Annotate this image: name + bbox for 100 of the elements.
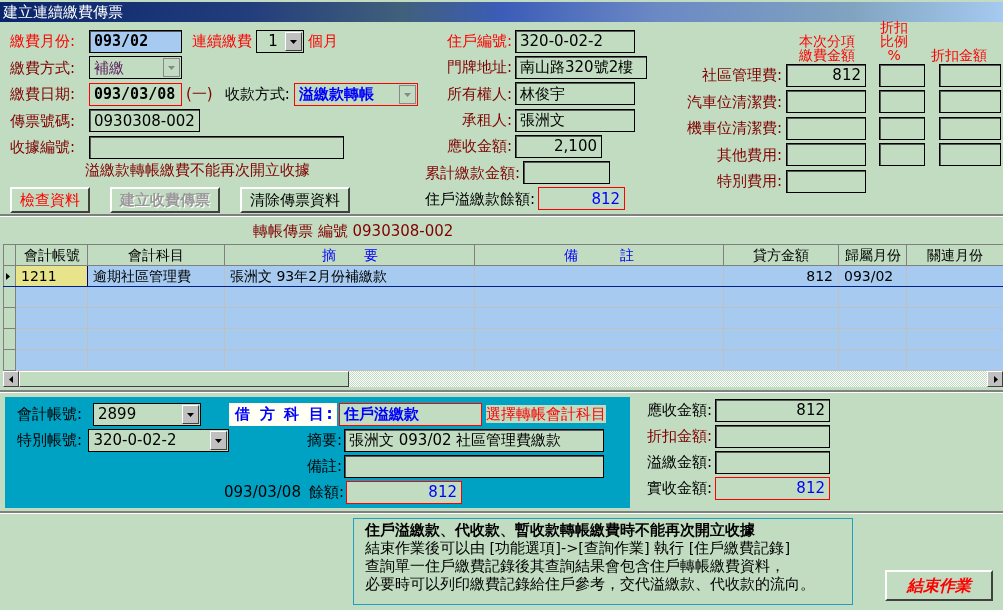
field-label: 應收金額: bbox=[645, 401, 713, 419]
percent-field[interactable] bbox=[879, 116, 925, 140]
text-field[interactable] bbox=[89, 135, 344, 159]
scroll-left-button[interactable] bbox=[3, 371, 19, 387]
warning-text: 溢繳款轉帳繳費不能再次開立收據 bbox=[84, 160, 311, 181]
table-cell: 張洲文 93年2月份補繳款 bbox=[224, 265, 475, 287]
field-label: 門牌地址: bbox=[446, 58, 512, 77]
text-field[interactable]: 林俊宇 bbox=[515, 82, 635, 106]
column-header[interactable]: 會計帳號 bbox=[15, 244, 88, 266]
amount-field[interactable] bbox=[786, 169, 866, 193]
caret-icon bbox=[215, 436, 222, 444]
row-header[interactable] bbox=[3, 265, 16, 287]
column-header[interactable]: 關連月份 bbox=[906, 244, 1003, 266]
amount-field[interactable] bbox=[715, 450, 830, 474]
amount-field[interactable] bbox=[715, 424, 830, 448]
field-label: 其他費用: bbox=[715, 145, 783, 164]
scroll-thumb[interactable] bbox=[19, 371, 349, 387]
text-field[interactable]: 張洲文 093/02 社區管理費繳款 bbox=[344, 428, 604, 452]
note-text: 查詢單一住戶繳費記錄後其查詢結果會包含住戶轉帳繳費資料， bbox=[365, 557, 786, 576]
discount-field[interactable] bbox=[939, 63, 1001, 87]
percent-field[interactable] bbox=[879, 90, 925, 114]
column-header[interactable]: 會計科目 bbox=[87, 244, 225, 266]
grid-title: 轉帳傳票 編號 0930308-002 bbox=[253, 221, 454, 240]
caret-icon bbox=[290, 37, 297, 45]
discount-field[interactable] bbox=[939, 143, 1001, 167]
field-label: 會計帳號: bbox=[17, 405, 84, 423]
column-header: 折扣金額 bbox=[930, 48, 987, 62]
text-field[interactable]: 住戶溢繳款 bbox=[338, 402, 482, 426]
text-field[interactable] bbox=[344, 454, 604, 478]
left-arrow-icon bbox=[7, 375, 15, 383]
field-label: 繳費方式: bbox=[10, 58, 77, 77]
field-label: 機車位清潔費: bbox=[685, 119, 783, 138]
caret-icon bbox=[168, 64, 175, 72]
field-label: 汽車位清潔費: bbox=[685, 92, 783, 111]
discount-field[interactable] bbox=[939, 116, 1001, 140]
dropdown[interactable]: 補繳 bbox=[89, 56, 182, 80]
note-text: 必要時可以列印繳費記錄給住戶參考，交代溢繳款、代收款的流向。 bbox=[365, 575, 816, 594]
right-arrow-icon bbox=[991, 375, 999, 383]
scroll-right-button[interactable] bbox=[987, 371, 1003, 387]
note-heading: 住戶溢繳款、代收款、暫收款轉帳繳費時不能再次開立收據 bbox=[365, 521, 756, 540]
column-header: 折扣比例 % bbox=[879, 20, 910, 62]
field-label: 特別費用: bbox=[715, 172, 783, 191]
hint-text: 選擇轉帳會計科目 bbox=[485, 405, 606, 423]
amount-field[interactable] bbox=[786, 143, 866, 167]
amount-field[interactable] bbox=[786, 116, 866, 140]
field-label: 收據編號: bbox=[10, 138, 77, 157]
text-field[interactable]: 2,100 bbox=[515, 134, 602, 158]
field-label: 繳費日期: bbox=[10, 85, 77, 104]
field-label: 所有權人: bbox=[446, 84, 512, 103]
amount-field[interactable] bbox=[786, 90, 866, 114]
text-field[interactable]: 812 bbox=[538, 187, 626, 211]
field-label: (一) bbox=[186, 85, 213, 104]
text-field[interactable]: 320-0-02-2 bbox=[515, 29, 635, 53]
dropdown[interactable]: 溢繳款轉帳 bbox=[293, 82, 418, 106]
note-text: 結束作業後可以由 [功能選項]->[查詢作業] 執行 [住戶繳費記錄] bbox=[365, 539, 792, 558]
field-label: 折扣金額: bbox=[645, 427, 713, 445]
pointer-icon bbox=[4, 273, 11, 281]
field-label: 累計繳款金額: bbox=[425, 163, 521, 182]
text-field[interactable]: 0930308-002 bbox=[89, 109, 200, 133]
field-label: 住戶編號: bbox=[446, 32, 512, 51]
dropdown[interactable]: 320-0-02-2 bbox=[88, 428, 229, 452]
window-title: 建立連續繳費傳票 bbox=[3, 3, 123, 21]
amount-field[interactable]: 812 bbox=[715, 398, 830, 422]
text-field[interactable]: 南山路320號2樓 bbox=[515, 55, 647, 79]
field-label: 餘額: bbox=[307, 483, 345, 501]
button[interactable]: 清除傳票資料 bbox=[240, 186, 350, 213]
text-field[interactable]: 093/02 bbox=[89, 29, 182, 53]
column-header[interactable]: 摘 要 bbox=[224, 244, 475, 266]
field-label: 連續繳費 bbox=[192, 32, 252, 51]
dropdown[interactable]: 1 bbox=[256, 29, 304, 53]
text-field[interactable]: 093/03/08 bbox=[89, 82, 182, 106]
caret-icon bbox=[403, 90, 411, 98]
field-label: 摘要: bbox=[305, 431, 343, 449]
percent-field[interactable] bbox=[879, 63, 925, 87]
field-label: 備註: bbox=[305, 457, 343, 475]
field-label: 收款方式: bbox=[224, 85, 290, 104]
percent-field[interactable] bbox=[879, 143, 925, 167]
field-label: 借 方 科 目: bbox=[229, 402, 337, 426]
field-label: 特別帳號: bbox=[17, 431, 84, 449]
column-header[interactable]: 貸方金額 bbox=[723, 244, 839, 266]
field-label: 個月 bbox=[308, 32, 338, 51]
horizontal-scrollbar[interactable] bbox=[3, 371, 1003, 387]
field-label: 實收金額: bbox=[645, 479, 713, 497]
text-field[interactable]: 812 bbox=[346, 480, 462, 504]
column-header[interactable]: 備 註 bbox=[474, 244, 724, 266]
field-label: 傳票號碼: bbox=[10, 111, 77, 130]
field-label: 住戶溢繳款餘額: bbox=[425, 189, 536, 208]
field-label: 溢繳金額: bbox=[645, 453, 713, 471]
discount-field[interactable] bbox=[939, 90, 1001, 114]
column-header[interactable]: 歸屬月份 bbox=[838, 244, 907, 266]
field-label: 繳費月份: bbox=[10, 32, 77, 51]
field-label: 社區管理費: bbox=[700, 66, 783, 85]
field-label: 應收金額: bbox=[446, 137, 512, 156]
text-field[interactable]: 張洲文 bbox=[515, 108, 635, 132]
date-text: 093/03/08 bbox=[224, 483, 301, 501]
dropdown[interactable]: 2899 bbox=[93, 402, 201, 426]
amount-field[interactable]: 812 bbox=[786, 63, 866, 87]
text-field[interactable] bbox=[523, 161, 611, 185]
field-label: 承租人: bbox=[461, 111, 512, 130]
amount-field[interactable]: 812 bbox=[715, 476, 830, 500]
